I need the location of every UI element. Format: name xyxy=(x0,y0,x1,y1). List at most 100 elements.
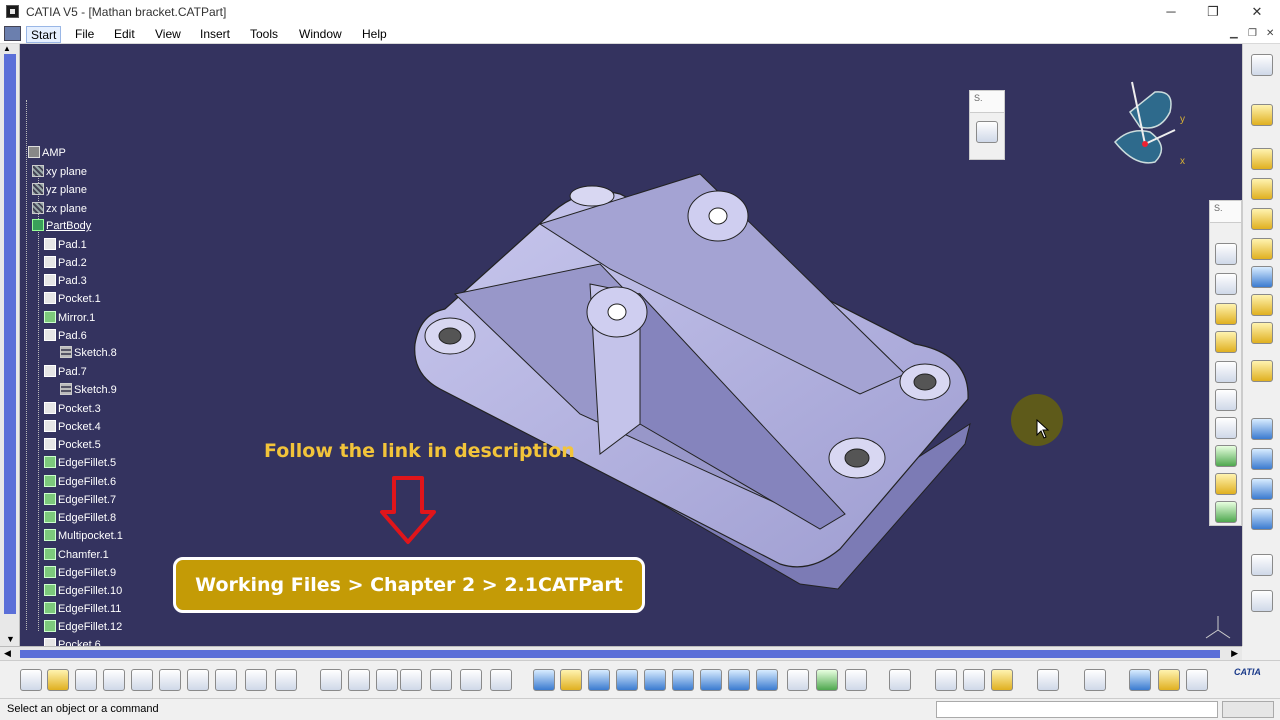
normal-view-icon[interactable] xyxy=(700,669,722,691)
axis-toolbar-icon[interactable] xyxy=(1186,669,1208,691)
whats-this-icon[interactable] xyxy=(275,669,297,691)
fit-all-icon[interactable] xyxy=(560,669,582,691)
edge-fillet-icon[interactable] xyxy=(1251,148,1273,170)
menu-insert[interactable]: Insert xyxy=(196,26,234,43)
title-bar: CATIA V5 - [Mathan bracket.CATPart] ─ ❐ … xyxy=(0,0,1280,24)
multi-section-solid-icon[interactable] xyxy=(1215,473,1237,495)
hide-show-icon[interactable] xyxy=(816,669,838,691)
table-icon[interactable] xyxy=(400,669,422,691)
measure-icon[interactable] xyxy=(1251,590,1273,612)
formula-icon[interactable] xyxy=(320,669,342,691)
save-icon[interactable] xyxy=(75,669,97,691)
slot-icon[interactable] xyxy=(1215,417,1237,439)
cut-icon[interactable] xyxy=(131,669,153,691)
menu-tools[interactable]: Tools xyxy=(246,26,282,43)
bracket-part-model[interactable] xyxy=(0,44,1242,646)
menu-help[interactable]: Help xyxy=(358,26,391,43)
swap-space-icon[interactable] xyxy=(845,669,867,691)
compass-x-label: x xyxy=(1180,156,1185,167)
split-icon[interactable] xyxy=(1251,360,1273,382)
mdi-minimize-button[interactable]: ▁ xyxy=(1230,28,1238,39)
translation-icon[interactable] xyxy=(1251,294,1273,316)
paste-icon[interactable] xyxy=(187,669,209,691)
minimize-button[interactable]: ─ xyxy=(1156,2,1186,22)
compass-y-label: y xyxy=(1180,114,1185,125)
shaft-icon[interactable] xyxy=(1215,303,1237,325)
zoom-out-icon[interactable] xyxy=(672,669,694,691)
pad-icon[interactable] xyxy=(1215,243,1237,265)
zoom-in-icon[interactable] xyxy=(644,669,666,691)
catia-logo: CATIA xyxy=(1234,667,1261,677)
tree-icon[interactable] xyxy=(430,669,452,691)
command-input[interactable] xyxy=(936,701,1218,718)
rib-icon[interactable] xyxy=(1215,389,1237,411)
measure-item-icon[interactable] xyxy=(963,669,985,691)
undo-icon[interactable] xyxy=(215,669,237,691)
new-document-icon[interactable] xyxy=(20,669,42,691)
measure-between-icon[interactable] xyxy=(935,669,957,691)
catia-app-icon[interactable] xyxy=(6,5,19,18)
3d-viewport[interactable]: ▲ ▼ AMP xy plane yz plane zx plane PartBody P… xyxy=(0,44,1242,646)
close-button[interactable]: ✕ xyxy=(1242,2,1272,22)
catalog-icon[interactable] xyxy=(490,669,512,691)
copy-icon[interactable] xyxy=(159,669,181,691)
update-icon[interactable] xyxy=(889,669,911,691)
print-icon[interactable] xyxy=(103,669,125,691)
shading-icon[interactable] xyxy=(787,669,809,691)
refresh-icon[interactable] xyxy=(1129,669,1151,691)
part-icon[interactable] xyxy=(460,669,482,691)
menu-start[interactable]: Start xyxy=(26,26,62,43)
status-bar: Select an object or a command xyxy=(0,698,1280,720)
restore-button[interactable]: ❐ xyxy=(1198,2,1228,22)
removed-multi-section-icon[interactable] xyxy=(1215,501,1237,523)
stiffener-icon[interactable] xyxy=(1215,445,1237,467)
capture-icon[interactable] xyxy=(1037,669,1059,691)
gear-icon[interactable] xyxy=(1251,54,1273,76)
grid-icon[interactable] xyxy=(1084,669,1106,691)
horizontal-scrollbar[interactable]: ◀ ▶ xyxy=(0,646,1242,660)
hole-icon[interactable] xyxy=(1215,361,1237,383)
menu-view[interactable]: View xyxy=(151,26,185,43)
circular-pattern-icon[interactable] xyxy=(1251,448,1273,470)
knowledge-icon[interactable] xyxy=(348,669,370,691)
draft-icon[interactable] xyxy=(1251,208,1273,230)
redo-icon[interactable] xyxy=(245,669,267,691)
command-button[interactable] xyxy=(1222,701,1274,718)
thickness-icon[interactable] xyxy=(1251,322,1273,344)
mouse-pointer-icon xyxy=(1036,419,1050,439)
select-icon[interactable] xyxy=(1251,104,1273,126)
mirror-icon[interactable] xyxy=(1251,266,1273,288)
document-icon[interactable] xyxy=(4,26,21,41)
menu-window[interactable]: Window xyxy=(295,26,346,43)
window-title: CATIA V5 - [Mathan bracket.CATPart] xyxy=(26,5,227,19)
open-icon[interactable] xyxy=(47,669,69,691)
sketch-based-features-toolbar: S. xyxy=(1209,200,1242,526)
user-pattern-icon[interactable] xyxy=(1251,478,1273,500)
mdi-restore-button[interactable]: ❐ xyxy=(1248,28,1257,39)
mdi-close-button[interactable]: ✕ xyxy=(1266,28,1274,39)
hscroll-thumb[interactable] xyxy=(20,650,1220,658)
groove-icon[interactable] xyxy=(1215,331,1237,353)
menu-bar: Start File Edit View Insert Tools Window… xyxy=(0,24,1280,44)
axis-system-icon[interactable] xyxy=(1251,554,1273,576)
macro-icon[interactable] xyxy=(376,669,398,691)
fly-mode-icon[interactable] xyxy=(533,669,555,691)
iso-view-icon[interactable] xyxy=(756,669,778,691)
menu-file[interactable]: File xyxy=(71,26,98,43)
rectangular-pattern-icon[interactable] xyxy=(1251,418,1273,440)
shell-icon[interactable] xyxy=(1251,238,1273,260)
apply-material-icon[interactable] xyxy=(991,669,1013,691)
scaling-icon[interactable] xyxy=(1251,508,1273,530)
toolbar-title: S. xyxy=(970,91,1004,113)
pocket-icon[interactable] xyxy=(1215,273,1237,295)
scroll-right-arrow[interactable]: ▶ xyxy=(1231,648,1238,659)
sketch-icon[interactable] xyxy=(976,121,998,143)
multi-view-icon[interactable] xyxy=(728,669,750,691)
hand-icon[interactable] xyxy=(1158,669,1180,691)
compass-icon[interactable]: y x xyxy=(1100,72,1200,172)
chamfer-icon[interactable] xyxy=(1251,178,1273,200)
scroll-left-arrow[interactable]: ◀ xyxy=(4,648,11,659)
menu-edit[interactable]: Edit xyxy=(110,26,139,43)
rotate-icon[interactable] xyxy=(616,669,638,691)
pan-icon[interactable] xyxy=(588,669,610,691)
